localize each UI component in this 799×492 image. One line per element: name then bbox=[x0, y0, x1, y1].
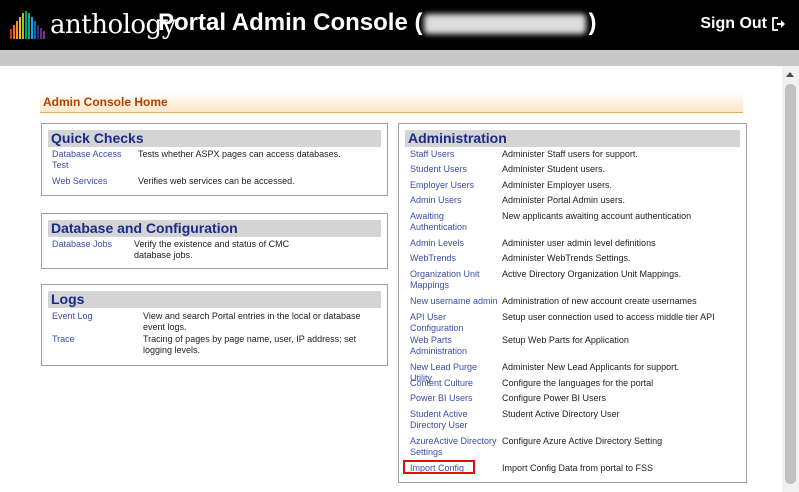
import-config-highlight bbox=[403, 460, 475, 474]
admin-link[interactable]: Organization Unit Mappings bbox=[410, 269, 500, 291]
admin-desc: Administer Employer users. bbox=[502, 180, 613, 190]
trace-link[interactable]: Trace bbox=[52, 334, 130, 345]
admin-link[interactable]: API User Configuration bbox=[410, 312, 500, 334]
admin-link[interactable]: WebTrends bbox=[410, 253, 500, 264]
admin-link[interactable]: Student Users bbox=[410, 164, 500, 175]
breadcrumb-home: Admin Console Home bbox=[43, 95, 168, 109]
admin-desc: Administer user admin level definitions bbox=[502, 238, 656, 248]
logo-bar bbox=[37, 25, 39, 39]
sign-out-icon bbox=[772, 17, 785, 31]
admin-link[interactable]: Admin Levels bbox=[410, 238, 500, 249]
logo-bar bbox=[25, 11, 27, 39]
quick-check-desc: Verifies web services can be accessed. bbox=[138, 176, 295, 186]
event-log-link[interactable]: Event Log bbox=[52, 311, 130, 322]
event-log-desc: View and search Portal entries in the lo… bbox=[143, 311, 361, 332]
vertical-scrollbar[interactable] bbox=[782, 66, 799, 492]
admin-desc: Administer Portal Admin users. bbox=[502, 195, 626, 205]
admin-link[interactable]: Web Parts Administration bbox=[410, 335, 500, 357]
admin-link[interactable]: Power BI Users bbox=[410, 393, 500, 404]
admin-desc: Configure Power BI Users bbox=[502, 393, 607, 403]
page-title: Portal Admin Console () bbox=[158, 9, 596, 37]
admin-desc: Administer WebTrends Settings. bbox=[502, 253, 631, 263]
admin-link[interactable]: Student Active Directory User bbox=[410, 409, 500, 431]
breadcrumb: Admin Console Home bbox=[40, 92, 743, 113]
database-config-title: Database and Configuration bbox=[48, 220, 381, 237]
header-divider-bar bbox=[0, 50, 799, 66]
logo-bar bbox=[13, 25, 15, 39]
title-suffix: ) bbox=[588, 9, 597, 36]
logo-bar bbox=[16, 21, 18, 39]
quick-check-link[interactable]: Web Services bbox=[52, 176, 130, 187]
top-header: anthology Portal Admin Console () Sign O… bbox=[0, 0, 799, 50]
admin-link[interactable]: AzureActive Directory Settings bbox=[410, 436, 500, 458]
admin-desc: Setup Web Parts for Application bbox=[502, 335, 629, 345]
logo-bar bbox=[34, 21, 36, 39]
admin-link[interactable]: Employer Users bbox=[410, 180, 500, 191]
sign-out-button[interactable]: Sign Out bbox=[700, 15, 787, 33]
anthology-logo: anthology bbox=[10, 8, 176, 42]
admin-desc: Student Active Directory User bbox=[502, 409, 620, 419]
title-prefix: Portal Admin Console ( bbox=[158, 9, 423, 36]
admin-link[interactable]: Content Culture bbox=[410, 378, 500, 389]
redacted-instance-name bbox=[424, 13, 587, 34]
logo-bar bbox=[31, 17, 33, 39]
database-jobs-link[interactable]: Database Jobs bbox=[52, 239, 130, 250]
quick-checks-title: Quick Checks bbox=[48, 130, 381, 147]
admin-desc: Administration of new account create use… bbox=[502, 296, 697, 306]
scroll-thumb[interactable] bbox=[785, 84, 796, 484]
admin-desc: Administer Staff users for support. bbox=[502, 149, 638, 159]
administration-title: Administration bbox=[405, 130, 740, 147]
admin-link[interactable]: Staff Users bbox=[410, 149, 500, 160]
database-jobs-desc: Verify the existence and status of CMC d… bbox=[134, 239, 290, 260]
sign-out-label: Sign Out bbox=[700, 15, 767, 32]
logo-bar bbox=[40, 28, 42, 39]
admin-desc: Administer New Lead Applicants for suppo… bbox=[502, 362, 680, 372]
admin-desc: Configure the languages for the portal bbox=[502, 378, 654, 388]
trace-desc: Tracing of pages by page name, user, IP … bbox=[143, 334, 357, 355]
quick-check-link[interactable]: Database Access Test bbox=[52, 149, 130, 171]
admin-desc: Active Directory Organization Unit Mappi… bbox=[502, 269, 682, 279]
logo-bars-icon bbox=[10, 11, 46, 39]
admin-link[interactable]: Admin Users bbox=[410, 195, 500, 206]
admin-desc: Setup user connection used to access mid… bbox=[502, 312, 715, 322]
logo-bar bbox=[22, 13, 24, 39]
logs-title: Logs bbox=[48, 291, 381, 308]
logo-bar bbox=[28, 13, 30, 39]
scroll-up-arrow-icon[interactable] bbox=[786, 72, 794, 77]
admin-link[interactable]: New username admin bbox=[410, 296, 500, 307]
admin-desc: Import Config Data from portal to FSS bbox=[502, 463, 654, 473]
quick-check-desc: Tests whether ASPX pages can access data… bbox=[138, 149, 341, 159]
admin-link[interactable]: Awaiting Authentication bbox=[410, 211, 500, 233]
admin-desc: New applicants awaiting account authenti… bbox=[502, 211, 692, 221]
admin-desc: Administer Student users. bbox=[502, 164, 606, 174]
logo-bar bbox=[43, 31, 45, 39]
admin-desc: Configure Azure Active Directory Setting bbox=[502, 436, 663, 446]
logo-bar bbox=[10, 29, 12, 39]
logo-bar bbox=[19, 17, 21, 39]
